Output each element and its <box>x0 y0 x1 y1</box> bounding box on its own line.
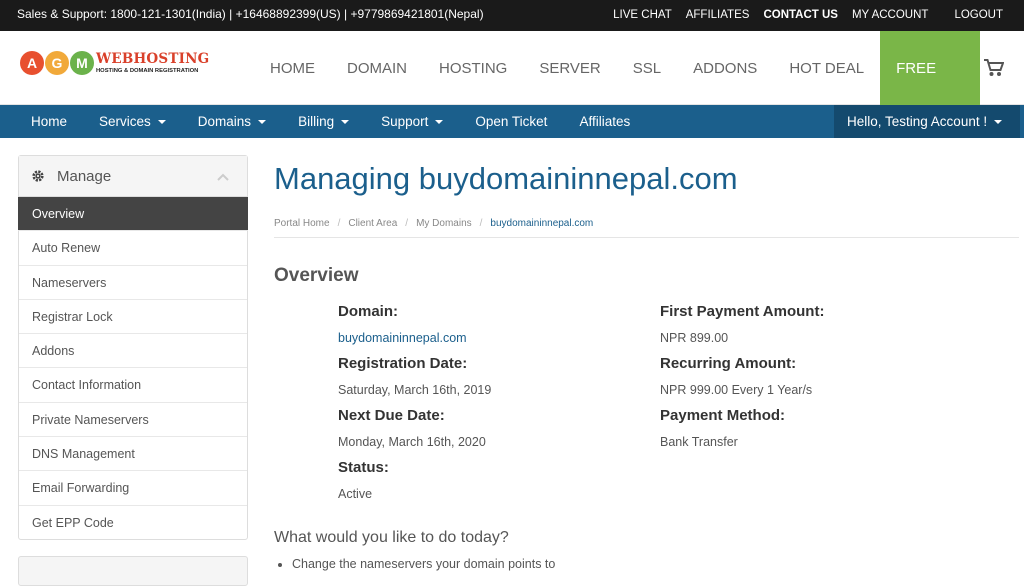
payment-method-label: Payment Method: <box>660 407 786 424</box>
nav-hosting[interactable]: HOSTING <box>423 31 523 105</box>
nav-server[interactable]: SERVER <box>523 31 616 105</box>
page-title: Managing buydomaininnepal.com <box>274 161 738 196</box>
logo-letter-g: G <box>45 51 69 75</box>
caret-down-icon <box>157 120 166 124</box>
next-due-date-label: Next Due Date: <box>338 407 445 424</box>
client-nav-open-ticket[interactable]: Open Ticket <box>459 105 563 138</box>
breadcrumb-current: buydomaininnepal.com <box>490 218 594 229</box>
first-payment-value: NPR 899.00 <box>660 331 729 345</box>
site-header: A G M WEBHOSTING HOSTING & DOMAIN REGIST… <box>0 31 1024 153</box>
client-nav-services[interactable]: Services <box>83 105 182 138</box>
client-nav-services-label: Services <box>99 114 151 129</box>
sidebar-item-dns-management[interactable]: DNS Management <box>19 437 247 472</box>
main-content: Managing buydomaininnepal.com Portal Hom… <box>274 155 1019 571</box>
top-link-logout[interactable]: LOGOUT <box>947 0 1010 31</box>
domain-label: Domain: <box>338 303 398 320</box>
agm-webhosting-logo[interactable]: A G M WEBHOSTING HOSTING & DOMAIN REGIST… <box>20 50 210 80</box>
client-nav-home-label: Home <box>31 114 68 129</box>
sidebar-header[interactable]: Manage <box>19 156 247 197</box>
secondary-sidebar-panel <box>18 556 248 586</box>
registration-date-label: Registration Date: <box>338 355 468 372</box>
nav-home[interactable]: HOME <box>254 31 331 105</box>
sidebar-item-private-nameservers[interactable]: Private Nameservers <box>19 403 247 438</box>
breadcrumb-my-domains[interactable]: My Domains <box>416 218 472 229</box>
sidebar-title: Manage <box>57 168 112 185</box>
client-nav-domains[interactable]: Domains <box>182 105 282 138</box>
registration-date-value: Saturday, March 16th, 2019 <box>338 383 492 397</box>
status-label: Status: <box>338 459 389 476</box>
recurring-amount-label: Recurring Amount: <box>660 355 797 372</box>
client-nav-support-label: Support <box>381 114 429 129</box>
account-greeting: Hello, Testing Account ! <box>847 114 988 129</box>
client-nav-home[interactable]: Home <box>15 105 83 138</box>
logo-tagline: HOSTING & DOMAIN REGISTRATION <box>96 68 199 74</box>
client-nav-domains-label: Domains <box>197 114 252 129</box>
sidebar-item-addons[interactable]: Addons <box>19 334 247 369</box>
gear-icon <box>32 170 44 182</box>
domain-link[interactable]: buydomaininnepal.com <box>338 331 467 345</box>
nav-domain[interactable]: DOMAIN <box>331 31 423 105</box>
chevron-up-icon[interactable] <box>217 173 229 181</box>
breadcrumb: Portal Home / Client Area / My Domains / buydo… <box>274 210 1019 238</box>
status-value: Active <box>338 487 373 501</box>
sidebar-item-auto-renew[interactable]: Auto Renew <box>19 231 247 266</box>
next-due-date-value: Monday, March 16th, 2020 <box>338 435 486 449</box>
client-area-navbar: Home Services Domains Billing Support Op… <box>0 105 1024 138</box>
breadcrumb-client-area[interactable]: Client Area <box>348 218 397 229</box>
client-nav-affiliates-label: Affiliates <box>579 114 631 129</box>
nav-ssl[interactable]: SSL <box>617 31 677 105</box>
sidebar-item-overview[interactable]: Overview <box>18 197 248 232</box>
top-bar: Sales & Support: 1800-121-1301(India) | … <box>0 0 1024 31</box>
nav-addons[interactable]: ADDONS <box>677 31 773 105</box>
sidebar-item-registrar-lock[interactable]: Registrar Lock <box>19 300 247 335</box>
client-nav-affiliates[interactable]: Affiliates <box>563 105 646 138</box>
support-phone-numbers: Sales & Support: 1800-121-1301(India) | … <box>17 7 484 21</box>
sidebar-item-nameservers[interactable]: Nameservers <box>19 266 247 300</box>
actions-heading: What would you like to do today? <box>274 529 509 546</box>
main-navigation: HOME DOMAIN HOSTING SERVER SSL ADDONS HO… <box>254 31 981 153</box>
caret-down-icon <box>994 120 1003 124</box>
sidebar-item-get-epp-code[interactable]: Get EPP Code <box>19 506 247 540</box>
account-menu[interactable]: Hello, Testing Account ! <box>834 105 1020 138</box>
client-nav-open-ticket-label: Open Ticket <box>475 114 548 129</box>
section-title-overview: Overview <box>274 265 359 286</box>
top-link-affiliates[interactable]: AFFILIATES <box>679 0 757 31</box>
caret-down-icon <box>258 120 267 124</box>
logo-letter-m: M <box>70 51 94 75</box>
sidebar-item-contact-information[interactable]: Contact Information <box>19 368 247 403</box>
nav-free-trail[interactable]: FREE TRAIL <box>880 31 981 153</box>
first-payment-label: First Payment Amount: <box>660 303 825 320</box>
client-nav-billing-label: Billing <box>298 114 335 129</box>
caret-down-icon <box>435 120 444 124</box>
nav-hot-deal[interactable]: HOT DEAL <box>773 31 880 105</box>
sidebar-item-email-forwarding[interactable]: Email Forwarding <box>19 471 247 506</box>
breadcrumb-portal-home[interactable]: Portal Home <box>274 218 330 229</box>
manage-sidebar: Manage Overview Auto Renew Nameservers R… <box>18 155 248 540</box>
logo-name: WEBHOSTING <box>96 51 210 67</box>
top-link-my-account[interactable]: MY ACCOUNT <box>845 0 935 31</box>
top-link-contact-us[interactable]: CONTACT US <box>756 0 845 31</box>
logo-letter-a: A <box>20 51 44 75</box>
client-nav-billing[interactable]: Billing <box>282 105 365 138</box>
recurring-amount-value: NPR 999.00 Every 1 Year/s <box>660 383 813 397</box>
top-link-live-chat[interactable]: LIVE CHAT <box>606 0 679 31</box>
action-change-nameservers[interactable]: Change the nameservers your domain point… <box>277 557 555 571</box>
client-nav-support[interactable]: Support <box>365 105 459 138</box>
caret-down-icon <box>341 120 350 124</box>
cart-icon[interactable] <box>984 59 1004 77</box>
payment-method-value: Bank Transfer <box>660 435 738 449</box>
